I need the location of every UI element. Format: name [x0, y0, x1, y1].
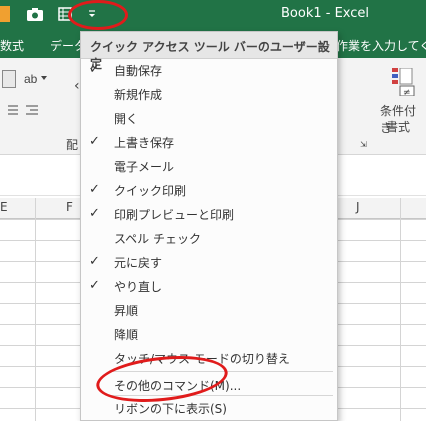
- wrap-align-icon[interactable]: [2, 70, 16, 88]
- window-title: Book1 - Excel: [281, 6, 370, 21]
- menu-item-undo[interactable]: ✓ 元に戻す: [81, 250, 337, 274]
- checkmark-icon: ✓: [89, 206, 100, 221]
- column-header-f[interactable]: F: [66, 200, 73, 214]
- menu-item-redo[interactable]: ✓ やり直し: [81, 274, 337, 298]
- column-header-e[interactable]: E: [0, 200, 8, 214]
- menu-item-label: 印刷プレビューと印刷: [114, 208, 235, 222]
- menu-item-label: その他のコマンド(M)...: [114, 379, 242, 393]
- menu-item-label: 開く: [114, 112, 139, 126]
- menu-item-spelling[interactable]: スペル チェック: [81, 226, 337, 250]
- menu-item-label: 降順: [114, 328, 139, 342]
- autosave-toggle-icon[interactable]: [0, 6, 10, 22]
- menu-item-label: 昇順: [114, 304, 139, 318]
- left-scroll-icon[interactable]: ‹: [74, 78, 80, 94]
- checkmark-icon: ✓: [89, 278, 100, 293]
- customize-qat-menu: クイック アクセス ツール バーのユーザー設定 ✓ 自動保存 新規作成 開く ✓…: [80, 31, 338, 421]
- tab-formulas[interactable]: 数式: [0, 37, 24, 54]
- menu-item-touch-mode[interactable]: タッチ/マウス モードの切り替え: [81, 346, 337, 370]
- menu-item-label: 自動保存: [114, 64, 163, 78]
- menu-item-new[interactable]: 新規作成: [81, 82, 337, 106]
- menu-item-label: タッチ/マウス モードの切り替え: [114, 352, 290, 366]
- svg-text:ab: ab: [24, 72, 38, 86]
- decrease-indent-icon[interactable]: [4, 104, 40, 121]
- menu-item-save[interactable]: ✓ 上書き保存: [81, 130, 337, 154]
- menu-item-open[interactable]: 開く: [81, 106, 337, 130]
- orientation-icon[interactable]: ab: [24, 70, 48, 89]
- menu-separator: [111, 371, 333, 372]
- checkmark-icon: ✓: [89, 254, 100, 269]
- menu-item-label: やり直し: [114, 280, 163, 294]
- menu-item-email[interactable]: 電子メール: [81, 154, 337, 178]
- conditional-format-icon[interactable]: ≠: [392, 67, 416, 99]
- menu-item-sort-descending[interactable]: 降順: [81, 322, 337, 346]
- menu-item-more-commands[interactable]: その他のコマンド(M)...: [81, 373, 337, 397]
- alignment-group-label: 配: [66, 138, 79, 152]
- camera-icon[interactable]: [26, 6, 44, 22]
- tell-me-search[interactable]: 作業を入力してくだ: [336, 37, 426, 54]
- grid-column-line: [35, 198, 36, 421]
- checkmark-icon: ✓: [89, 62, 100, 77]
- menu-header: クイック アクセス ツール バーのユーザー設定: [81, 32, 337, 71]
- menu-item-label: 電子メール: [114, 160, 175, 174]
- menu-item-show-below-ribbon[interactable]: リボンの下に表示(S): [81, 396, 337, 420]
- menu-item-quick-print[interactable]: ✓ クイック印刷: [81, 178, 337, 202]
- dialog-launcher-icon[interactable]: ⇲: [360, 140, 367, 149]
- menu-item-label: 新規作成: [114, 88, 163, 102]
- conditional-format-label-2[interactable]: 書式: [386, 118, 410, 135]
- print-preview-icon[interactable]: [58, 6, 74, 22]
- svg-text:≠: ≠: [403, 88, 411, 96]
- column-header-j[interactable]: J: [356, 200, 360, 214]
- customize-qat-dropdown-icon[interactable]: [87, 6, 97, 22]
- menu-item-autosave[interactable]: ✓ 自動保存: [81, 58, 337, 82]
- menu-item-print-preview[interactable]: ✓ 印刷プレビューと印刷: [81, 202, 337, 226]
- menu-item-label: 元に戻す: [114, 256, 163, 270]
- grid-column-line: [400, 198, 401, 421]
- title-bar: Book1 - Excel: [0, 0, 426, 30]
- checkmark-icon: ✓: [89, 134, 100, 149]
- menu-item-label: スペル チェック: [114, 232, 201, 246]
- menu-item-label: リボンの下に表示(S): [114, 402, 227, 416]
- menu-item-sort-ascending[interactable]: 昇順: [81, 298, 337, 322]
- menu-item-label: クイック印刷: [114, 184, 187, 198]
- menu-item-label: 上書き保存: [114, 136, 175, 150]
- checkmark-icon: ✓: [89, 182, 100, 197]
